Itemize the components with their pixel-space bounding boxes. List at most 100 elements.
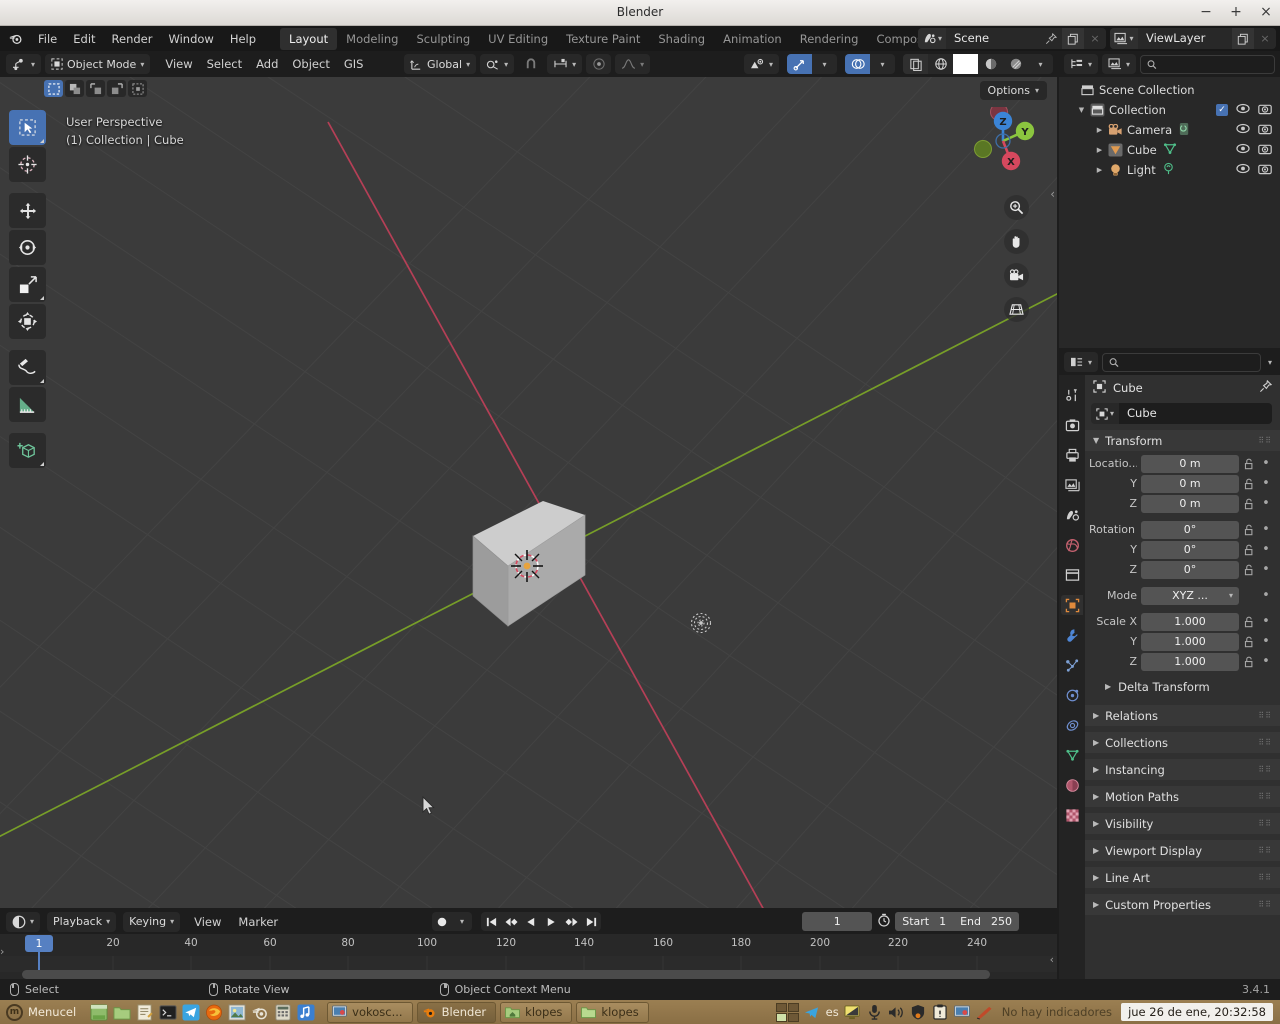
panel-relations[interactable]: ▶ Relations ⠿⠿ xyxy=(1085,705,1280,726)
display-settings-icon[interactable] xyxy=(844,1004,861,1021)
tab-output[interactable] xyxy=(1061,445,1083,465)
file-manager-icon[interactable] xyxy=(111,1002,132,1023)
snap-pivot-selector[interactable]: ▾ xyxy=(480,54,515,74)
panel-collections[interactable]: ▶ Collections ⠿⠿ xyxy=(1085,732,1280,753)
tab-modifier-properties[interactable] xyxy=(1061,625,1083,645)
tool-transform[interactable] xyxy=(9,304,46,339)
tab-render[interactable] xyxy=(1061,415,1083,435)
outliner-row-cube[interactable]: ▶ Cube xyxy=(1059,140,1280,160)
tool-move[interactable] xyxy=(9,193,46,228)
jump-end-icon[interactable] xyxy=(581,912,601,931)
scale-x-value[interactable]: 1.000 xyxy=(1141,612,1239,631)
window-button-klopes-1[interactable]: klopes xyxy=(500,1001,573,1023)
tool-measure[interactable] xyxy=(9,387,46,422)
tab-world[interactable] xyxy=(1061,535,1083,555)
animate-dot-icon[interactable]: • xyxy=(1260,562,1272,577)
editor-type-selector[interactable]: ▾ xyxy=(6,54,42,74)
camera-render-icon[interactable] xyxy=(1258,163,1272,178)
material-preview-icon[interactable] xyxy=(978,54,1003,74)
timeline-editor[interactable]: ▾ Playback ▾ Keying ▾ View Marker ▾ 1 St… xyxy=(0,909,1057,979)
start-menu-button[interactable]: m Menucel xyxy=(3,1003,83,1021)
transform-panel-header[interactable]: ▼ Transform ⠿⠿ xyxy=(1085,430,1280,451)
playback-popover[interactable]: Playback ▾ xyxy=(47,911,117,932)
animate-dot-icon[interactable]: • xyxy=(1260,522,1272,537)
location-y-value[interactable]: 0 m xyxy=(1141,474,1239,493)
tab-object-data-properties[interactable] xyxy=(1061,745,1083,765)
eye-icon[interactable] xyxy=(1236,123,1250,137)
viewport-menu-view[interactable]: View xyxy=(158,54,199,74)
playhead-frame-badge[interactable]: 1 xyxy=(25,935,53,952)
tab-scene[interactable] xyxy=(1061,505,1083,525)
tab-texture-paint[interactable]: Texture Paint xyxy=(557,28,649,50)
workspace-1[interactable] xyxy=(775,1002,787,1012)
lock-icon[interactable] xyxy=(1243,544,1256,556)
panel-motion-paths[interactable]: ▶ Motion Paths ⠿⠿ xyxy=(1085,786,1280,807)
location-x-value[interactable]: 0 m xyxy=(1141,454,1239,473)
transform-orientation-selector[interactable]: Global ▾ xyxy=(404,54,477,74)
camera-render-icon[interactable] xyxy=(1258,123,1272,138)
firefox-icon[interactable] xyxy=(203,1002,224,1023)
properties-filter-icon[interactable]: ▾ xyxy=(1265,358,1275,367)
telegram-icon[interactable] xyxy=(180,1002,201,1023)
object-mode-selector[interactable]: Object Mode ▾ xyxy=(45,54,151,74)
music-player-icon[interactable] xyxy=(295,1002,316,1023)
viewport-options-button[interactable]: Options ▾ xyxy=(979,81,1047,100)
eye-icon[interactable] xyxy=(1236,103,1250,117)
scale-z-value[interactable]: 1.000 xyxy=(1141,652,1239,671)
outliner-search-input[interactable] xyxy=(1161,57,1268,71)
network-monitor-icon[interactable] xyxy=(954,1004,971,1021)
show-gizmo-icon[interactable] xyxy=(787,54,812,74)
outliner-row-collection[interactable]: ▼ Collection ✓ xyxy=(1059,100,1280,120)
tool-add-cube[interactable] xyxy=(9,433,46,468)
tab-shading[interactable]: Shading xyxy=(649,28,714,50)
camera-render-icon[interactable] xyxy=(1258,143,1272,158)
unlink-scene-icon[interactable]: × xyxy=(1084,28,1106,49)
proportional-falloff-selector[interactable]: ▾ xyxy=(615,54,651,74)
panel-line-art[interactable]: ▶ Line Art ⠿⠿ xyxy=(1085,867,1280,888)
lock-icon[interactable] xyxy=(1243,636,1256,648)
tab-sculpting[interactable]: Sculpting xyxy=(407,28,479,50)
tab-animation[interactable]: Animation xyxy=(714,28,791,50)
window-button-klopes-2[interactable]: klopes xyxy=(576,1001,649,1023)
animate-dot-icon[interactable]: • xyxy=(1260,496,1272,511)
timeline-channel-toggle-icon[interactable]: › xyxy=(0,945,4,958)
menu-render[interactable]: Render xyxy=(104,29,161,49)
prev-keyframe-icon[interactable] xyxy=(501,912,521,931)
terminal-icon[interactable] xyxy=(157,1002,178,1023)
tab-texture-properties[interactable] xyxy=(1061,805,1083,825)
telegram-tray-icon[interactable] xyxy=(804,1004,821,1021)
tab-material-properties[interactable] xyxy=(1061,775,1083,795)
outliner-row-scene-collection[interactable]: Scene Collection xyxy=(1059,80,1280,100)
panel-viewport-display[interactable]: ▶ Viewport Display ⠿⠿ xyxy=(1085,840,1280,861)
tab-tool[interactable] xyxy=(1061,385,1083,405)
delta-transform-subpanel[interactable]: ▶ Delta Transform xyxy=(1089,676,1272,697)
properties-editor[interactable]: ▾ ▾ Cube ▾ Cube ▼ Transform ⠿⠿ Locatio..… xyxy=(1059,349,1280,979)
language-indicator[interactable]: es xyxy=(826,1005,839,1019)
window-button-blender[interactable]: Blender xyxy=(416,1001,497,1023)
viewport-3d[interactable]: ▾ Object Mode ▾ View Select Add Object G… xyxy=(0,51,1057,908)
workspace-3[interactable] xyxy=(775,1012,787,1022)
volume-icon[interactable] xyxy=(888,1004,905,1021)
gizmo-options-icon[interactable]: ▾ xyxy=(812,54,837,74)
object-name-field[interactable]: ▾ Cube xyxy=(1091,403,1272,424)
scale-y-value[interactable]: 1.000 xyxy=(1141,632,1239,651)
viewport-canvas[interactable]: User Perspective (1) Collection | Cube O… xyxy=(0,77,1057,908)
eye-icon[interactable] xyxy=(1236,163,1250,177)
pan-hand-icon[interactable] xyxy=(1004,229,1029,254)
lock-icon[interactable] xyxy=(1243,616,1256,628)
rotation-x-value[interactable]: 0° xyxy=(1141,520,1239,539)
timeline-sidebar-toggle-icon[interactable]: ‹ xyxy=(1050,953,1054,966)
text-editor-icon[interactable] xyxy=(134,1002,155,1023)
tab-collection-properties[interactable] xyxy=(1061,565,1083,585)
animate-dot-icon[interactable]: • xyxy=(1260,476,1272,491)
expand-triangle-icon[interactable]: ▶ xyxy=(1093,146,1106,154)
tool-cursor[interactable] xyxy=(9,147,46,182)
snap-settings-selector[interactable]: ▾ xyxy=(547,54,583,74)
end-frame-field[interactable]: End 250 xyxy=(953,912,1019,931)
timeline-ruler[interactable]: 20 40 60 80 100 120 140 160 180 200 220 … xyxy=(0,934,1057,956)
window-button-vokosc[interactable]: vokosc... xyxy=(327,1001,413,1023)
tab-layout[interactable]: Layout xyxy=(280,27,338,50)
menu-file[interactable]: File xyxy=(30,29,65,49)
viewport-menu-object[interactable]: Object xyxy=(285,54,336,74)
animate-dot-icon[interactable]: • xyxy=(1260,614,1272,629)
